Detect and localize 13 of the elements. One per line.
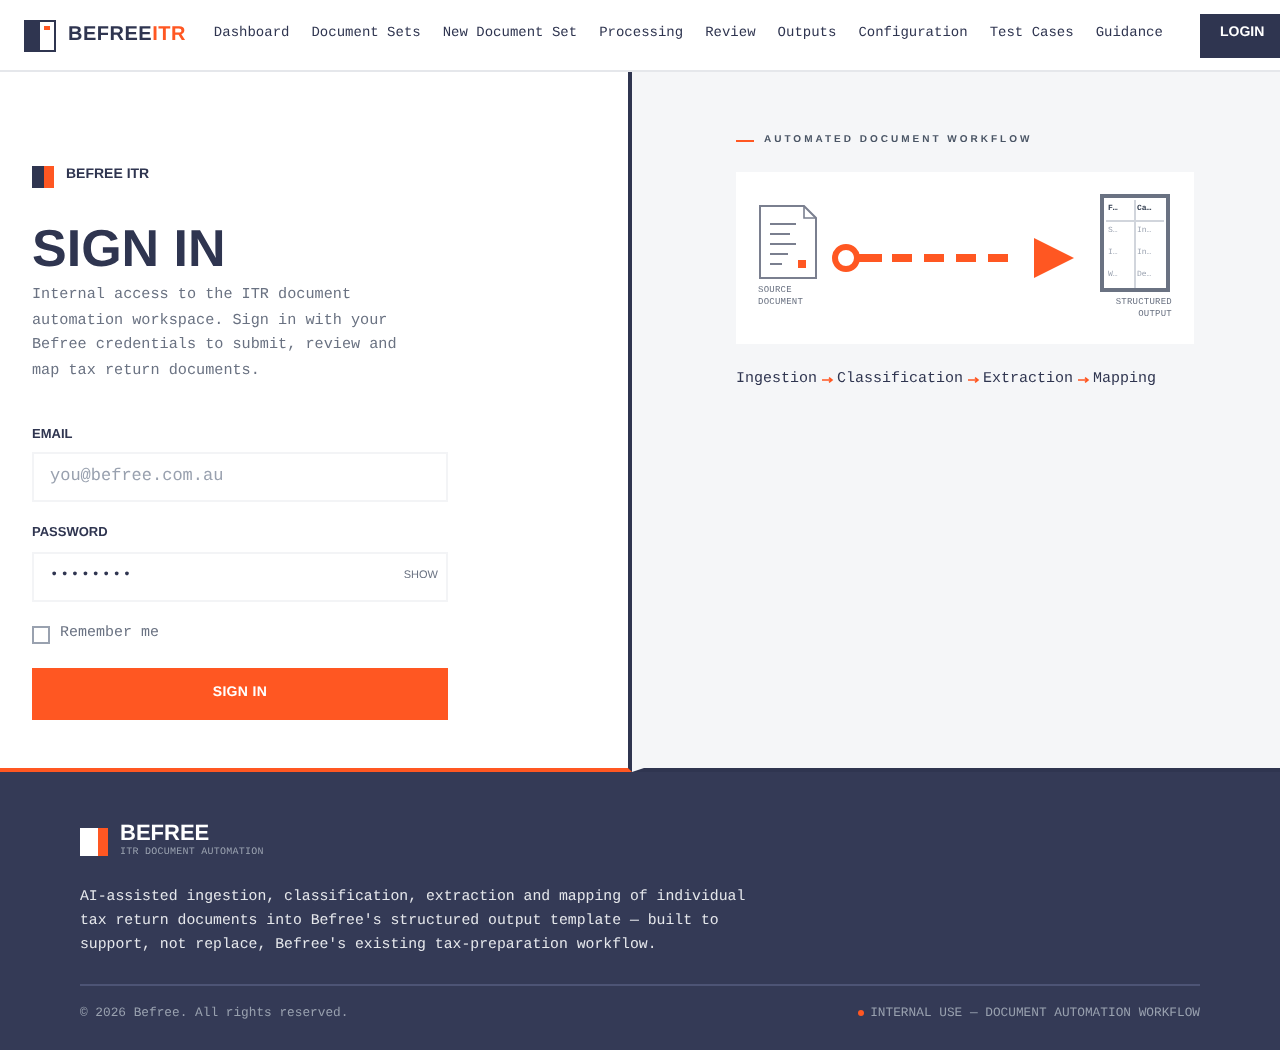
accent-line	[736, 140, 754, 143]
brand-name: BEFREE	[120, 824, 212, 846]
document-icon	[758, 203, 818, 279]
remember-checkbox[interactable]	[32, 625, 50, 644]
logo-icon	[80, 828, 108, 857]
logo-icon	[32, 166, 54, 188]
brand-name: BEFREEITR	[68, 22, 186, 50]
email-field[interactable]: you@befree.com.au	[32, 451, 448, 502]
arrow-icon	[967, 376, 980, 385]
arrow-icon	[1077, 376, 1090, 385]
page-title: SIGN IN	[32, 218, 228, 278]
arrow-icon	[821, 376, 834, 385]
logo-icon	[24, 19, 56, 51]
